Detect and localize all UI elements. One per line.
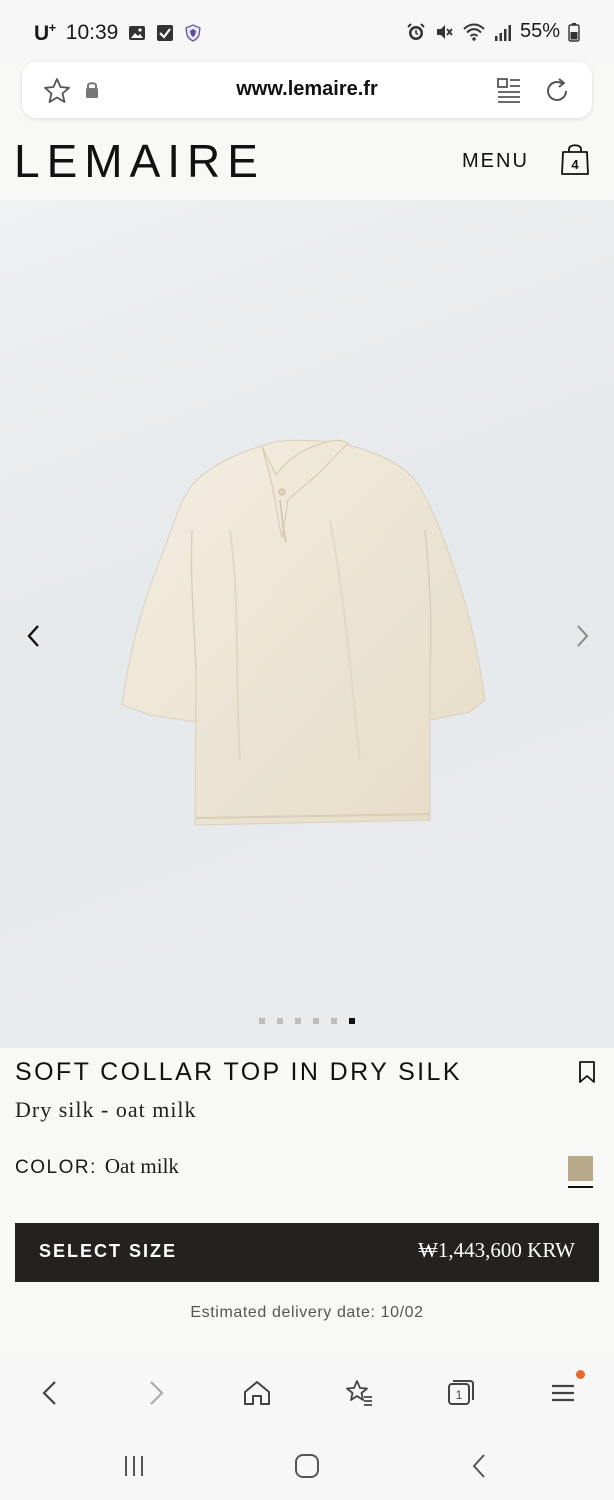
- shirt-image: [121, 439, 486, 826]
- pagination-dot[interactable]: [259, 1018, 265, 1024]
- home-icon[interactable]: [242, 1378, 272, 1408]
- pagination-dot[interactable]: [313, 1018, 319, 1024]
- back-icon[interactable]: [36, 1378, 66, 1408]
- checkbox-icon: [157, 25, 174, 41]
- pagination-dot[interactable]: [295, 1018, 301, 1024]
- shopping-bag-icon[interactable]: 4: [560, 142, 590, 176]
- select-size-label: SELECT SIZE: [39, 1241, 178, 1261]
- notification-badge: [576, 1370, 585, 1379]
- pagination-dot-active[interactable]: [349, 1018, 355, 1024]
- wishlist-bookmark-icon[interactable]: [578, 1060, 596, 1084]
- battery-icon: [568, 22, 580, 42]
- select-size-button[interactable]: SELECT SIZE ₩1,443,600 KRW: [15, 1223, 599, 1282]
- site-logo[interactable]: LEMAIRE: [14, 134, 265, 188]
- product-title: SOFT COLLAR TOP IN DRY SILK: [15, 1058, 462, 1086]
- battery-percent: 55%: [519, 20, 560, 42]
- color-label: COLOR:: [15, 1157, 97, 1178]
- clock: 10:39: [65, 21, 119, 44]
- recent-apps-icon[interactable]: [120, 1452, 148, 1480]
- swatch-selected-indicator: [568, 1186, 593, 1188]
- mute-icon: [436, 24, 453, 39]
- url-bar[interactable]: www.lemaire.fr: [22, 62, 592, 118]
- carrier: U+: [34, 20, 56, 45]
- system-navigation: [0, 1430, 614, 1500]
- system-back-icon[interactable]: [466, 1452, 494, 1480]
- status-bar: U+ 10:39 55%: [0, 0, 614, 62]
- bookmarks-icon[interactable]: [344, 1378, 374, 1408]
- status-right: 55%: [406, 20, 580, 43]
- status-left: U+ 10:39: [34, 20, 202, 46]
- shield-icon: [185, 24, 201, 42]
- tabs-icon[interactable]: 1: [446, 1378, 476, 1408]
- menu-button[interactable]: MENU: [462, 150, 529, 173]
- browser-toolbar: 1: [0, 1358, 614, 1430]
- product-gallery[interactable]: [0, 200, 614, 1048]
- svg-text:1: 1: [456, 1388, 463, 1402]
- next-image-arrow-icon[interactable]: [570, 620, 594, 652]
- browser-menu-icon[interactable]: [548, 1378, 578, 1408]
- refresh-icon[interactable]: [542, 76, 572, 106]
- estimated-delivery: Estimated delivery date: 10/02: [190, 1304, 424, 1321]
- alarm-icon: [407, 22, 425, 40]
- wifi-icon: [463, 23, 485, 41]
- home-button-icon[interactable]: [293, 1452, 321, 1480]
- site-header: LEMAIRE MENU 4: [0, 124, 614, 200]
- color-row: COLOR: Oat milk: [15, 1154, 179, 1179]
- forward-icon[interactable]: [140, 1378, 170, 1408]
- pagination-dot[interactable]: [331, 1018, 337, 1024]
- color-swatch[interactable]: [568, 1156, 593, 1181]
- previous-image-arrow-icon[interactable]: [22, 620, 46, 652]
- reader-mode-icon[interactable]: [496, 76, 522, 104]
- product-subtitle: Dry silk - oat milk: [15, 1097, 197, 1122]
- color-value: Oat milk: [104, 1154, 179, 1178]
- product-price: ₩1,443,600 KRW: [418, 1238, 575, 1262]
- pagination-dot[interactable]: [277, 1018, 283, 1024]
- signal-icon: [494, 24, 511, 41]
- gallery-icon: [129, 26, 146, 40]
- bag-count: 4: [571, 157, 579, 172]
- gallery-pagination: [0, 1018, 614, 1024]
